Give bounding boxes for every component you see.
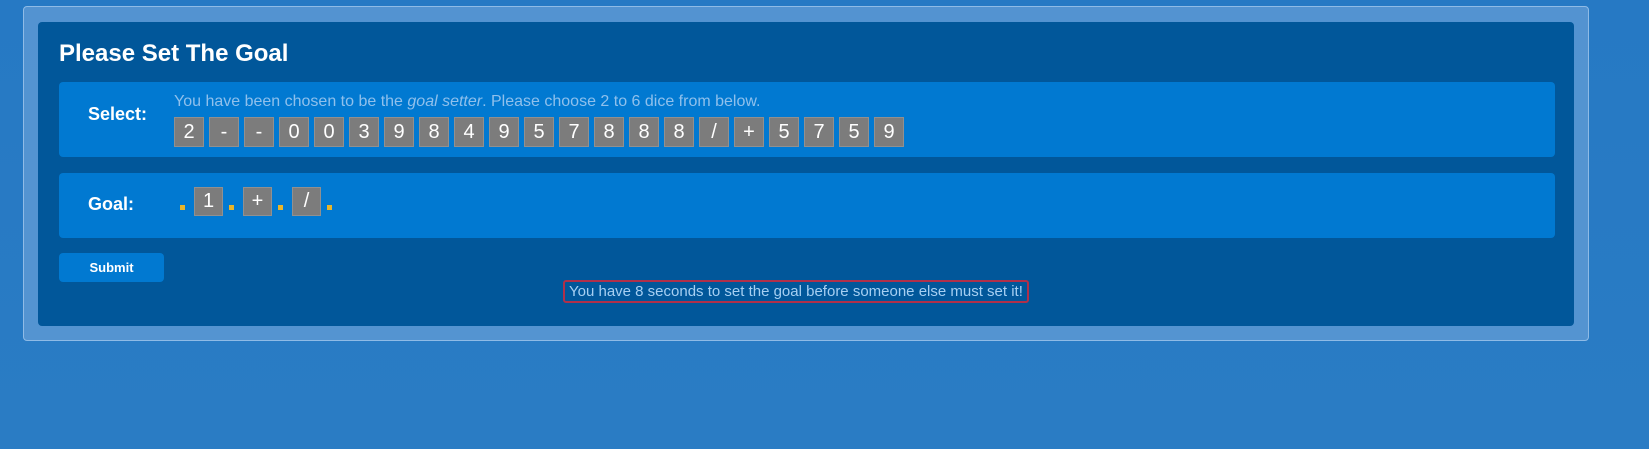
goal-drop-slot-2[interactable] [278, 205, 283, 210]
instruction-emphasis: goal setter [407, 93, 483, 110]
dice-0[interactable]: 2 [174, 117, 204, 147]
dice-tray: 2- -0 0 3 9 8 4 9 5 7 8 8 8/+5 7 5 9 [174, 117, 904, 147]
dice-20[interactable]: 9 [874, 117, 904, 147]
dice-14[interactable]: 8 [664, 117, 694, 147]
select-row: Select: You have been chosen to be the g… [59, 82, 1555, 157]
dice-13[interactable]: 8 [629, 117, 659, 147]
goal-drop-slot-0[interactable] [180, 205, 185, 210]
instruction-suffix: . Please choose 2 to 6 dice from below. [482, 93, 761, 110]
dice-9[interactable]: 9 [489, 117, 519, 147]
instruction-prefix: You have been chosen to be the [174, 93, 408, 110]
select-instruction: You have been chosen to be the goal sett… [174, 93, 761, 111]
dice-4[interactable]: 0 [314, 117, 344, 147]
dice-15[interactable]: / [699, 117, 729, 147]
dice-1[interactable]: - [209, 117, 239, 147]
dice-19[interactable]: 5 [839, 117, 869, 147]
dice-2[interactable]: - [244, 117, 274, 147]
goal-drop-slot-1[interactable] [229, 205, 234, 210]
dice-3[interactable]: 0 [279, 117, 309, 147]
select-label: Select: [88, 104, 148, 124]
dice-5[interactable]: 3 [349, 117, 379, 147]
dice-18[interactable]: 7 [804, 117, 834, 147]
goal-drop-slot-3[interactable] [327, 205, 332, 210]
dice-12[interactable]: 8 [594, 117, 624, 147]
dice-16[interactable]: + [734, 117, 764, 147]
goal-slots: 1 + / [174, 187, 341, 216]
dice-11[interactable]: 7 [559, 117, 589, 147]
dice-7[interactable]: 8 [419, 117, 449, 147]
goal-dice-0[interactable]: 1 [194, 187, 223, 216]
dice-10[interactable]: 5 [524, 117, 554, 147]
timer-message: You have 8 seconds to set the goal befor… [563, 280, 1029, 303]
goal-dice-1[interactable]: + [243, 187, 272, 216]
goal-row: Goal: 1 + / [59, 173, 1555, 238]
goal-label: Goal: [88, 194, 135, 214]
goal-dice-2[interactable]: / [292, 187, 321, 216]
dice-8[interactable]: 4 [454, 117, 484, 147]
dice-17[interactable]: 5 [769, 117, 799, 147]
panel-title: Please Set The Goal [59, 40, 289, 67]
submit-button[interactable]: Submit [59, 253, 164, 282]
goal-setter-panel: Please Set The Goal Select: You have bee… [38, 22, 1574, 326]
dice-6[interactable]: 9 [384, 117, 414, 147]
